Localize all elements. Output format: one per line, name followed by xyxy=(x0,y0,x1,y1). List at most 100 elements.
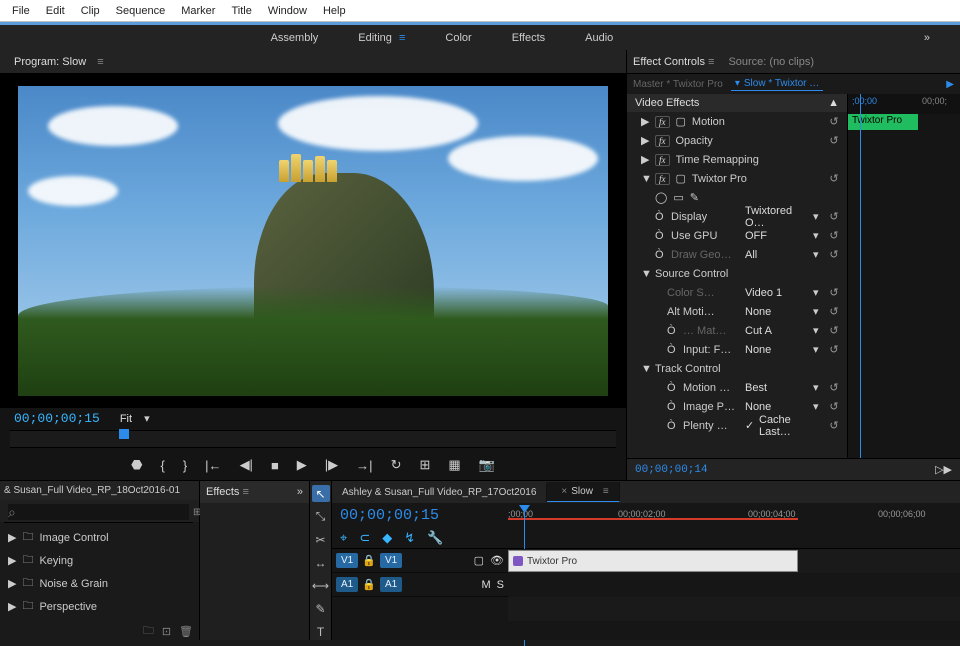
menu-file[interactable]: File xyxy=(4,2,38,20)
sequence-tab-1[interactable]: Ashley & Susan_Full Video_RP_17Oct2016 xyxy=(332,483,547,502)
program-viewer[interactable] xyxy=(0,74,626,408)
tab-source[interactable]: Source: (no clips) xyxy=(728,56,814,68)
ec-timeline[interactable]: ;00;00 00;00; Twixtor Pro xyxy=(847,94,960,458)
pen-tool[interactable]: ✎ xyxy=(312,600,330,617)
program-playhead[interactable] xyxy=(119,429,129,439)
menu-marker[interactable]: Marker xyxy=(173,2,223,20)
ec-footer: 00;00;00;14 ▷▶ xyxy=(627,458,960,480)
add-marker-button[interactable]: ⬣ xyxy=(131,457,142,473)
workspace-color[interactable]: Color xyxy=(445,32,471,44)
prop-input-framerate[interactable]: ÒInput: F…None▾↺ xyxy=(627,340,847,359)
program-panel: Program: Slow ≡ 00;00;00;15 Fit▾ ⬣ { xyxy=(0,50,626,480)
lock-icon[interactable]: 🔒 xyxy=(362,554,376,567)
crumb-play-icon[interactable]: ▶ xyxy=(946,79,954,90)
menu-sequence[interactable]: Sequence xyxy=(108,2,174,20)
track-a1-header[interactable]: A1 🔒 A1 MS xyxy=(332,573,508,597)
selection-tool[interactable]: ↖ xyxy=(312,485,330,502)
safe-margins-button[interactable]: ⊞ xyxy=(419,457,430,473)
step-forward-button[interactable]: |▶ xyxy=(325,457,338,473)
mute-button[interactable]: M xyxy=(481,579,490,591)
slip-tool[interactable]: ↔ xyxy=(312,554,330,571)
track-select-tool[interactable]: ⤡ xyxy=(312,508,330,525)
timeline-settings-button[interactable]: ↯ xyxy=(404,530,415,546)
timeline-timecode[interactable]: 00;00;00;15 xyxy=(340,507,439,524)
prop-use-gpu[interactable]: ÒUse GPUOFF▾↺ xyxy=(627,226,847,245)
menu-edit[interactable]: Edit xyxy=(38,2,73,20)
fx-twixtor-pro[interactable]: ▼fx▢Twixtor Pro↺ xyxy=(627,169,847,188)
go-to-out-button[interactable]: →| xyxy=(356,458,372,473)
track-v1-header[interactable]: V1 🔒 V1 ▢👁 xyxy=(332,549,508,573)
linked-selection-button[interactable]: ⊂ xyxy=(359,530,370,546)
program-timecode[interactable]: 00;00;00;15 xyxy=(14,411,100,426)
section-toggle-icon[interactable]: ▲ xyxy=(828,97,839,109)
timeline-ruler[interactable]: ;00;00 00;00;02;00 00;00;04;00 00;00;06;… xyxy=(508,503,960,527)
timeline-panel: Ashley & Susan_Full Video_RP_17Oct2016 ×… xyxy=(332,481,960,640)
timeline-wrench-button[interactable]: 🔧 xyxy=(427,530,443,546)
timeline-track-area[interactable]: Twixtor Pro xyxy=(508,549,960,640)
ec-footer-play-icon[interactable]: ▷▶ xyxy=(935,463,952,476)
ec-footer-timecode[interactable]: 00;00;00;14 xyxy=(635,464,708,476)
group-track-control[interactable]: ▼Track Control xyxy=(627,359,847,378)
toggle-track-output-icon[interactable]: ▢ xyxy=(474,554,484,567)
pen-icon[interactable]: ✎ xyxy=(690,191,699,204)
menu-help[interactable]: Help xyxy=(315,2,354,20)
fx-motion[interactable]: ▶fx▢Motion↺ xyxy=(627,112,847,131)
snap-button[interactable]: ⌖ xyxy=(340,530,347,546)
workspace-audio[interactable]: Audio xyxy=(585,32,613,44)
menu-title[interactable]: Title xyxy=(223,2,259,20)
add-marker-button[interactable]: ◆ xyxy=(382,530,392,546)
menu-clip[interactable]: Clip xyxy=(73,2,108,20)
clip-twixtor-pro[interactable]: Twixtor Pro xyxy=(508,550,798,572)
fx-time-remapping[interactable]: ▶fxTime Remapping xyxy=(627,150,847,169)
folder-image-control[interactable]: ▶🗀Image Control xyxy=(0,526,199,549)
prop-alt-motion[interactable]: Alt Moti…None▾↺ xyxy=(627,302,847,321)
tab-effect-controls[interactable]: Effect Controls ≡ xyxy=(633,56,714,68)
prop-color-source: Color S…Video 1▾↺ xyxy=(627,283,847,302)
folder-perspective[interactable]: ▶🗀Perspective xyxy=(0,595,199,618)
effects-overflow-button[interactable]: » xyxy=(297,486,303,498)
go-to-in-button[interactable]: |← xyxy=(205,458,221,473)
folder-keying[interactable]: ▶🗀Keying xyxy=(0,549,199,572)
menubar: File Edit Clip Sequence Marker Title Win… xyxy=(0,0,960,22)
prop-motion-vectors[interactable]: ÒMotion …Best▾↺ xyxy=(627,378,847,397)
workspace-assembly[interactable]: Assembly xyxy=(271,32,319,44)
mask-shapes[interactable]: ◯▭✎ xyxy=(627,188,847,207)
stop-button[interactable]: ■ xyxy=(271,458,279,473)
ec-playhead[interactable] xyxy=(860,94,861,458)
project-tab[interactable]: & Susan_Full Video_RP_18Oct2016-01 xyxy=(4,485,180,496)
export-frame-button[interactable]: ▦ xyxy=(448,457,460,473)
razor-tool[interactable]: ⟷ xyxy=(312,577,330,594)
step-back-button[interactable]: ◀| xyxy=(240,457,253,473)
workspace-overflow-button[interactable]: » xyxy=(924,32,930,44)
ripple-tool[interactable]: ✂ xyxy=(312,531,330,548)
project-search-input[interactable] xyxy=(8,504,189,520)
program-tab[interactable]: Program: Slow ≡ xyxy=(8,52,110,72)
workspace-effects[interactable]: Effects xyxy=(512,32,545,44)
fx-opacity[interactable]: ▶fxOpacity↺ xyxy=(627,131,847,150)
project-panel: & Susan_Full Video_RP_18Oct2016-01 ⊞ ⊡ ▦… xyxy=(0,481,200,640)
lock-icon[interactable]: 🔒 xyxy=(362,578,376,591)
trash-button[interactable]: 🗑 xyxy=(179,625,193,638)
prop-display[interactable]: ÒDisplayTwixtored O…▾↺ xyxy=(627,207,847,226)
loop-button[interactable]: ↻ xyxy=(391,457,402,473)
new-item-button[interactable]: ⊡ xyxy=(162,625,171,638)
folder-noise-grain[interactable]: ▶🗀Noise & Grain xyxy=(0,572,199,595)
eye-icon[interactable]: 👁 xyxy=(490,554,504,567)
play-button[interactable]: ▶ xyxy=(297,457,307,473)
mark-in-button[interactable]: { xyxy=(160,458,164,473)
effects-tab[interactable]: Effects ≡ xyxy=(206,486,249,498)
zoom-fit-dropdown[interactable]: Fit▾ xyxy=(120,412,150,425)
sequence-tab-slow[interactable]: ×Slow≡ xyxy=(547,482,619,502)
snapshot-button[interactable]: 📷 xyxy=(479,457,495,473)
program-timeline-ruler[interactable] xyxy=(10,430,616,448)
crumb-clip[interactable]: ▾Slow * Twixtor … xyxy=(731,77,823,91)
menu-window[interactable]: Window xyxy=(260,2,315,20)
mark-out-button[interactable]: } xyxy=(183,458,187,473)
prop-plenty[interactable]: ÒPlenty …✓Cache Last…↺ xyxy=(627,416,847,435)
ec-effect-bar[interactable]: Twixtor Pro xyxy=(848,114,918,130)
new-bin-button[interactable]: 🗀 xyxy=(143,622,154,641)
group-source-control[interactable]: ▼Source Control xyxy=(627,264,847,283)
solo-button[interactable]: S xyxy=(497,579,504,591)
workspace-editing[interactable]: Editing ≡ xyxy=(358,32,405,44)
type-tool[interactable]: T xyxy=(312,623,330,640)
